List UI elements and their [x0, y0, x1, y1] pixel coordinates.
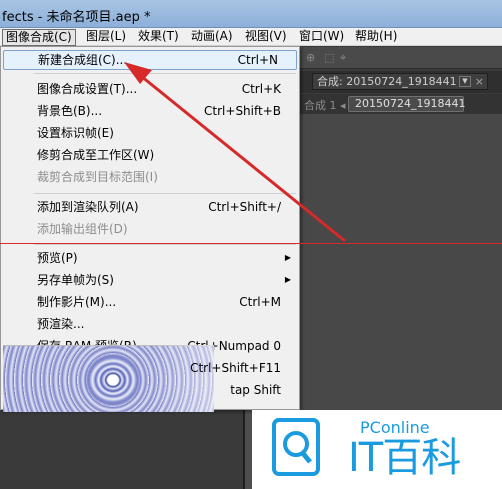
pconline-logo-icon: [272, 418, 320, 476]
composition-breadcrumb: 合成 1 ◂ 20150724_1918441: [300, 94, 502, 114]
breadcrumb-current[interactable]: 20150724_1918441: [348, 96, 465, 112]
watermark-logo: PConline IT百科: [252, 410, 502, 489]
menu-animation[interactable]: 动画(A): [188, 28, 236, 46]
composition-viewer[interactable]: [300, 114, 502, 434]
composition-tab-row: 合成: 20150724_1918441 ▼ ×: [300, 71, 502, 93]
menu-item-preview[interactable]: 预览(P) ▶: [1, 248, 299, 268]
menu-item-set-poster-frame[interactable]: 设置标识帧(E): [1, 123, 299, 143]
menu-item-pre-render[interactable]: 预渲染...: [1, 314, 299, 334]
menu-item-add-render-queue[interactable]: 添加到渲染队列(A) Ctrl+Shift+/: [1, 197, 299, 217]
menu-item-new-composition[interactable]: 新建合成组(C)... Ctrl+N: [3, 50, 297, 70]
menu-separator: [34, 73, 296, 74]
menu-item-partial-2[interactable]: tap Shift: [1, 380, 299, 400]
menu-separator: [34, 193, 296, 194]
menu-item-trim-comp[interactable]: 修剪合成至工作区(W): [1, 145, 299, 165]
window-title: fects - 未命名项目.aep *: [2, 10, 151, 25]
chevron-down-icon[interactable]: ▼: [459, 76, 471, 87]
menu-composition[interactable]: 图像合成(C): [2, 29, 76, 46]
tool-icon[interactable]: ⌖: [340, 51, 346, 65]
menu-bar: 图像合成(C) 图层(L) 效果(T) 动画(A) 视图(V) 窗口(W) 帮助…: [0, 28, 502, 46]
menu-effect[interactable]: 效果(T): [135, 28, 182, 46]
composition-tab[interactable]: 合成: 20150724_1918441 ▼ ×: [312, 73, 488, 90]
title-bar: fects - 未命名项目.aep *: [0, 0, 502, 28]
menu-item-background-color[interactable]: 背景色(B)... Ctrl+Shift+B: [1, 101, 299, 121]
breadcrumb-parent[interactable]: 合成 1 ◂: [304, 97, 346, 113]
menu-item-make-movie[interactable]: 制作影片(M)... Ctrl+M: [1, 292, 299, 312]
tool-icon[interactable]: ⬚: [324, 51, 334, 64]
tool-icon[interactable]: ⊕: [306, 51, 315, 64]
brand-large: IT百科: [348, 435, 461, 481]
tool-strip: ⊕ ⬚ ⌖: [300, 47, 502, 69]
menu-item-save-frame-as[interactable]: 另存单帧为(S) ▶: [1, 270, 299, 290]
swirl-image-fade: [3, 345, 214, 412]
menu-layer[interactable]: 图层(L): [83, 28, 129, 46]
annotation-line: [0, 243, 502, 244]
menu-item-crop-comp: 裁剪合成到目标范围(I): [37, 170, 158, 184]
chevron-right-icon: ▶: [284, 275, 291, 284]
menu-view[interactable]: 视图(V): [242, 28, 290, 46]
chevron-right-icon: ▶: [284, 253, 291, 262]
menu-window[interactable]: 窗口(W): [296, 28, 347, 46]
menu-separator: [34, 244, 296, 245]
menu-item-partial-1[interactable]: Ctrl+Shift+F11: [1, 358, 299, 378]
close-icon[interactable]: ×: [475, 74, 484, 89]
menu-help[interactable]: 帮助(H): [352, 28, 400, 46]
composition-tab-label: 合成: 20150724_1918441: [317, 75, 457, 88]
menu-item-composition-settings[interactable]: 图像合成设置(T)... Ctrl+K: [1, 79, 299, 99]
menu-item-add-output-module: 添加输出组件(D): [37, 222, 128, 236]
timeline-area: [0, 410, 243, 489]
